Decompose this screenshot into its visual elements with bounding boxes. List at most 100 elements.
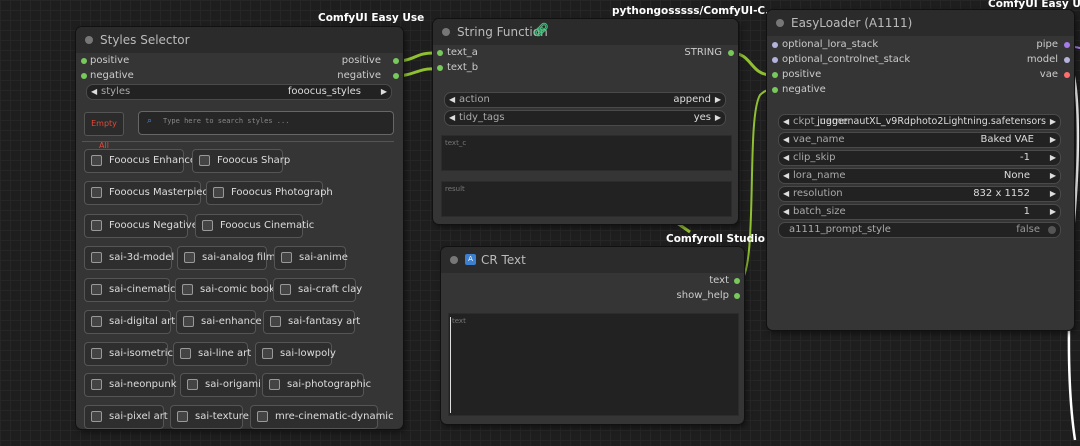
result-textarea[interactable]: result <box>441 181 732 217</box>
arrow-left-icon[interactable]: ◀ <box>91 85 97 99</box>
node-title: EasyLoader (A1111) <box>791 16 913 30</box>
input-negative-label: negative <box>782 84 826 95</box>
text-c-textarea[interactable]: text_c <box>441 135 732 171</box>
output-show-help-dot[interactable] <box>734 293 740 299</box>
lora-name-combo[interactable]: ◀ lora_name None ▶ <box>778 168 1061 184</box>
arrow-left-icon[interactable]: ◀ <box>449 111 455 125</box>
output-negative-dot[interactable] <box>393 73 399 79</box>
input-lora-stack-dot[interactable] <box>772 42 778 48</box>
output-positive-dot[interactable] <box>393 58 399 64</box>
styles-selector-node[interactable]: Styles Selector positive positive negati… <box>76 27 403 429</box>
ckpt-name-combo[interactable]: ◀ ckpt_name juggernautXL_v9Rdphoto2Light… <box>778 114 1061 130</box>
input-negative-dot[interactable] <box>772 87 778 93</box>
arrow-left-icon[interactable]: ◀ <box>449 93 455 107</box>
left-slot-dot[interactable] <box>81 58 87 64</box>
text-textarea[interactable]: text <box>448 313 739 416</box>
action-combo[interactable]: ◀ action append ▶ <box>444 92 726 108</box>
batch-size-number[interactable]: ◀ batch_size 1 ▶ <box>778 204 1061 220</box>
left-slot-dot[interactable] <box>81 73 87 79</box>
style-checkbox[interactable]: sai-anime <box>274 246 348 270</box>
output-model-dot[interactable] <box>1064 57 1070 63</box>
style-checkbox[interactable]: sai-comic book <box>175 278 275 302</box>
node-title-bar[interactable]: Styles Selector <box>76 27 403 53</box>
style-checkbox[interactable]: Fooocus Cinematic <box>195 214 314 238</box>
arrow-right-icon[interactable]: ▶ <box>381 85 387 99</box>
text-cursor <box>450 317 451 413</box>
style-checkbox[interactable]: mre-cinematic-dynamic <box>250 405 394 429</box>
collapse-dot[interactable] <box>450 256 458 264</box>
output-vae-dot[interactable] <box>1064 72 1070 78</box>
style-checkbox[interactable]: sai-origami <box>180 373 261 397</box>
style-checkbox[interactable]: sai-neonpunk <box>84 373 177 397</box>
arrow-right-icon[interactable]: ▶ <box>1050 205 1056 219</box>
search-input[interactable]: ⌕ Type here to search styles ... <box>138 111 394 135</box>
input-text-a-dot[interactable] <box>437 50 443 56</box>
node-title-bar[interactable]: String Function 🔗︎ <box>433 19 738 45</box>
styles-combo[interactable]: ◀ styles fooocus_styles ▶ <box>86 84 392 100</box>
string-function-node[interactable]: String Function 🔗︎ text_a text_b STRING … <box>433 19 738 224</box>
arrow-left-icon[interactable]: ◀ <box>783 205 789 219</box>
collapse-dot[interactable] <box>442 28 450 36</box>
node-title: CR Text <box>481 253 526 267</box>
output-model-label: model <box>1026 54 1058 65</box>
style-checkbox[interactable]: sai-pixel art <box>84 405 168 429</box>
style-checkbox[interactable]: sai-digital art <box>84 310 175 334</box>
style-checkbox[interactable]: Fooocus Sharp <box>192 149 290 173</box>
node-title-bar[interactable]: A CR Text <box>441 247 744 273</box>
a1111-prompt-style-toggle[interactable]: a1111_prompt_style false <box>778 222 1061 238</box>
style-checkbox[interactable]: sai-enhance <box>176 310 262 334</box>
style-checkbox[interactable]: sai-cinematic <box>84 278 176 302</box>
arrow-right-icon[interactable]: ▶ <box>1050 151 1056 165</box>
empty-all-button[interactable]: Empty All <box>84 112 124 150</box>
input-negative-label: negative <box>90 70 134 81</box>
style-checkbox[interactable]: Fooocus Masterpiece <box>84 181 214 205</box>
style-checkbox[interactable]: Fooocus Negative <box>84 214 198 238</box>
style-checkbox[interactable]: sai-isometric <box>84 342 173 366</box>
wire-stub <box>676 221 691 234</box>
input-controlnet-stack-dot[interactable] <box>772 57 778 63</box>
clip-skip-number[interactable]: ◀ clip_skip -1 ▶ <box>778 150 1061 166</box>
output-string-dot[interactable] <box>728 50 734 56</box>
style-checkbox[interactable]: Fooocus Photograph <box>206 181 333 205</box>
output-pipe-dot[interactable] <box>1064 42 1070 48</box>
arrow-right-icon[interactable]: ▶ <box>1050 115 1056 129</box>
cr-text-node[interactable]: A CR Text text show_help text <box>441 247 744 424</box>
collapse-dot[interactable] <box>85 36 93 44</box>
style-checkbox[interactable]: sai-texture <box>170 405 249 429</box>
styles-selector-badge: ComfyUI Easy Use <box>318 12 425 24</box>
style-checkbox[interactable]: sai-craft clay <box>273 278 362 302</box>
search-placeholder: Type here to search styles ... <box>163 117 290 125</box>
node-title: Styles Selector <box>100 33 190 47</box>
style-checkbox[interactable]: sai-line art <box>173 342 251 366</box>
node-title-bar[interactable]: EasyLoader (A1111) <box>767 10 1074 36</box>
collapse-dot[interactable] <box>776 19 784 27</box>
style-checkbox[interactable]: sai-3d-model <box>84 246 174 270</box>
resolution-combo[interactable]: ◀ resolution 832 x 1152 ▶ <box>778 186 1061 202</box>
input-controlnet-stack-label: optional_controlnet_stack <box>782 54 911 65</box>
arrow-right-icon[interactable]: ▶ <box>1050 169 1056 183</box>
easy-loader-node[interactable]: EasyLoader (A1111) optional_lora_stack o… <box>767 10 1074 330</box>
search-icon: ⌕ <box>147 116 153 126</box>
arrow-left-icon[interactable]: ◀ <box>783 115 789 129</box>
vae-name-combo[interactable]: ◀ vae_name Baked VAE ▶ <box>778 132 1061 148</box>
arrow-right-icon[interactable]: ▶ <box>715 111 721 125</box>
style-checkbox[interactable]: Fooocus Enhance <box>84 149 196 173</box>
output-text-dot[interactable] <box>734 278 740 284</box>
style-checkbox[interactable]: sai-lowpoly <box>255 342 336 366</box>
arrow-left-icon[interactable]: ◀ <box>783 187 789 201</box>
style-checkbox[interactable]: sai-photographic <box>262 373 371 397</box>
link-icon: 🔗︎ <box>533 23 550 38</box>
output-vae-label: vae <box>1039 69 1058 80</box>
arrow-left-icon[interactable]: ◀ <box>783 169 789 183</box>
arrow-left-icon[interactable]: ◀ <box>783 151 789 165</box>
tidy-tags-combo[interactable]: ◀ tidy_tags yes ▶ <box>444 110 726 126</box>
arrow-right-icon[interactable]: ▶ <box>1050 133 1056 147</box>
arrow-right-icon[interactable]: ▶ <box>715 93 721 107</box>
arrow-right-icon[interactable]: ▶ <box>1050 187 1056 201</box>
arrow-left-icon[interactable]: ◀ <box>783 133 789 147</box>
output-negative-label: negative <box>337 70 381 81</box>
input-positive-dot[interactable] <box>772 72 778 78</box>
input-text-b-dot[interactable] <box>437 65 443 71</box>
style-checkbox[interactable]: sai-fantasy art <box>263 310 360 334</box>
style-checkbox[interactable]: sai-analog film <box>177 246 276 270</box>
